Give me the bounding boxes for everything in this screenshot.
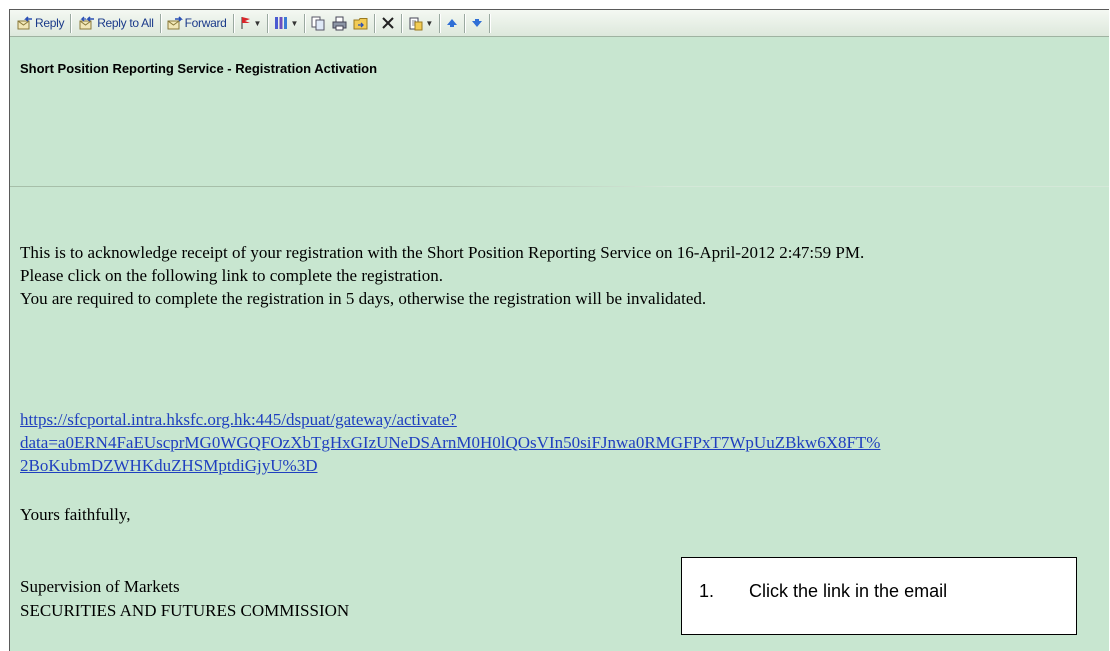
- email-window: Reply Reply to All Forward ▼ ▼ ▼ Short P…: [9, 9, 1109, 651]
- email-body: This is to acknowledge receipt of your r…: [20, 241, 864, 310]
- folder-icon: [353, 16, 368, 31]
- reply-label: Reply: [35, 16, 65, 30]
- body-line: Please click on the following link to co…: [20, 266, 444, 285]
- email-toolbar: Reply Reply to All Forward ▼ ▼ ▼: [10, 10, 1109, 37]
- header-divider: [10, 186, 1109, 187]
- email-subject: Short Position Reporting Service - Regis…: [20, 61, 378, 76]
- move-to-folder-button[interactable]: [350, 13, 371, 34]
- arrow-up-icon: [446, 17, 458, 29]
- chevron-down-icon: ▼: [425, 18, 434, 28]
- link-line[interactable]: 2BoKubmDZWHKduZHSMptdiGjyU%3D: [20, 454, 880, 477]
- email-closing: Yours faithfully,: [20, 505, 131, 524]
- signature-organization: SECURITIES AND FUTURES COMMISSION: [20, 601, 350, 620]
- categories-icon: [274, 16, 288, 30]
- categorize-button[interactable]: ▼: [271, 13, 301, 34]
- print-button[interactable]: [329, 13, 350, 34]
- print-icon: [332, 16, 347, 31]
- move-button[interactable]: ▼: [405, 13, 436, 34]
- follow-up-flag-button[interactable]: ▼: [237, 13, 265, 34]
- forward-button[interactable]: Forward: [164, 13, 230, 34]
- reply-all-label: Reply to All: [97, 16, 154, 30]
- callout-text: Click the link in the email: [749, 581, 948, 601]
- arrow-down-icon: [471, 17, 483, 29]
- link-line[interactable]: data=a0ERN4FaEUscprMG0WGQFOzXbTgHxGIzUNe…: [20, 431, 880, 454]
- toolbar-separator: [374, 13, 376, 33]
- reply-button[interactable]: Reply: [14, 13, 67, 34]
- toolbar-separator: [439, 13, 441, 33]
- toolbar-separator: [489, 13, 491, 33]
- toolbar-separator: [304, 13, 306, 33]
- toolbar-separator: [401, 13, 403, 33]
- body-line: This is to acknowledge receipt of your r…: [20, 243, 865, 262]
- activation-link[interactable]: https://sfcportal.intra.hksfc.org.hk:445…: [20, 408, 880, 477]
- reply-all-icon: [77, 16, 95, 30]
- delete-icon: [381, 16, 395, 30]
- callout-number: 1.: [699, 581, 715, 601]
- chevron-down-icon: ▼: [253, 18, 262, 28]
- body-line: You are required to complete the registr…: [20, 289, 707, 308]
- signature-department: Supervision of Markets: [20, 577, 180, 596]
- delete-button[interactable]: [378, 13, 398, 34]
- chevron-down-icon: ▼: [290, 18, 299, 28]
- reply-icon: [17, 16, 33, 30]
- toolbar-separator: [159, 13, 161, 33]
- instruction-callout: 1. Click the link in the email: [681, 557, 1077, 635]
- toolbar-separator: [267, 13, 269, 33]
- reply-all-button[interactable]: Reply to All: [74, 13, 156, 34]
- toolbar-separator: [232, 13, 234, 33]
- previous-item-button[interactable]: [443, 13, 461, 34]
- forward-icon: [167, 16, 183, 30]
- flag-icon: [240, 16, 252, 30]
- link-line[interactable]: https://sfcportal.intra.hksfc.org.hk:445…: [20, 408, 880, 431]
- forward-label: Forward: [184, 16, 227, 30]
- copy-icon: [311, 16, 326, 31]
- document-icon: [408, 16, 423, 31]
- toolbar-separator: [70, 13, 72, 33]
- copy-button[interactable]: [308, 13, 329, 34]
- toolbar-separator: [464, 13, 466, 33]
- next-item-button[interactable]: [468, 13, 486, 34]
